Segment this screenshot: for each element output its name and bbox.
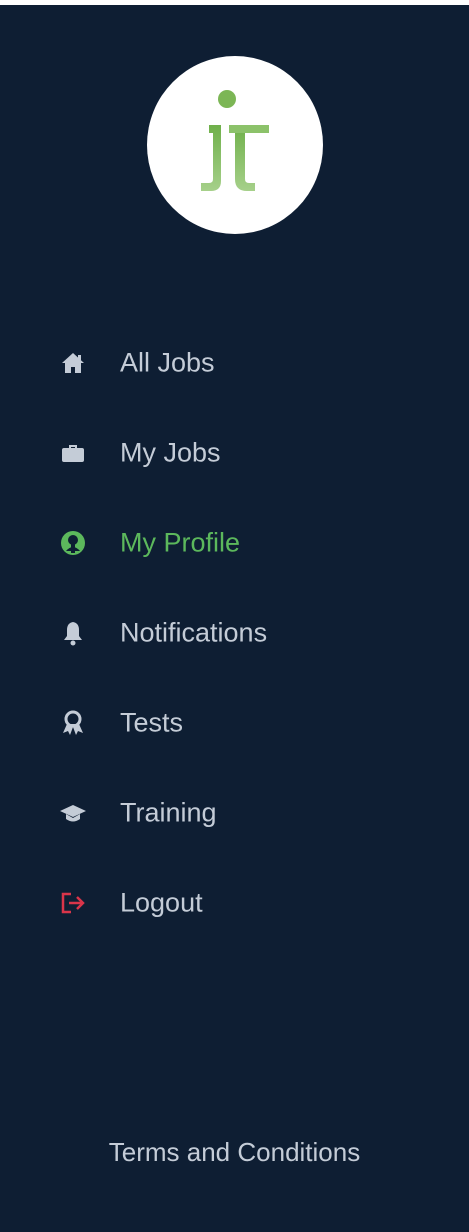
sidebar-item-notifications[interactable]: Notifications: [0, 588, 469, 678]
jt-logo-icon: [201, 90, 269, 191]
sidebar-nav: All Jobs My Jobs My Profile Notification…: [0, 318, 469, 948]
bell-icon: [58, 618, 88, 648]
sidebar-item-all-jobs[interactable]: All Jobs: [0, 318, 469, 408]
sidebar-item-label: Training: [120, 797, 217, 828]
sidebar-item-my-jobs[interactable]: My Jobs: [0, 408, 469, 498]
sidebar-item-label: My Profile: [120, 527, 241, 558]
briefcase-icon: [58, 438, 88, 468]
sidebar-item-label: Notifications: [120, 617, 268, 648]
logout-icon: [58, 888, 88, 918]
sidebar-item-logout[interactable]: Logout: [0, 858, 469, 948]
sidebar-item-tests[interactable]: Tests: [0, 678, 469, 768]
sidebar-item-label: Logout: [120, 887, 203, 918]
sidebar-item-label: My Jobs: [120, 437, 221, 468]
sidebar-item-label: Tests: [120, 707, 184, 738]
sidebar-item-my-profile[interactable]: My Profile: [0, 498, 469, 588]
graduation-cap-icon: [58, 798, 88, 828]
award-icon: [58, 708, 88, 738]
logo[interactable]: [147, 56, 323, 234]
home-icon: [58, 348, 88, 378]
terms-link[interactable]: Terms and Conditions: [0, 1137, 469, 1168]
user-circle-icon: [58, 528, 88, 558]
sidebar-item-training[interactable]: Training: [0, 768, 469, 858]
sidebar: All Jobs My Jobs My Profile Notification…: [0, 5, 469, 1232]
sidebar-item-label: All Jobs: [120, 347, 215, 378]
